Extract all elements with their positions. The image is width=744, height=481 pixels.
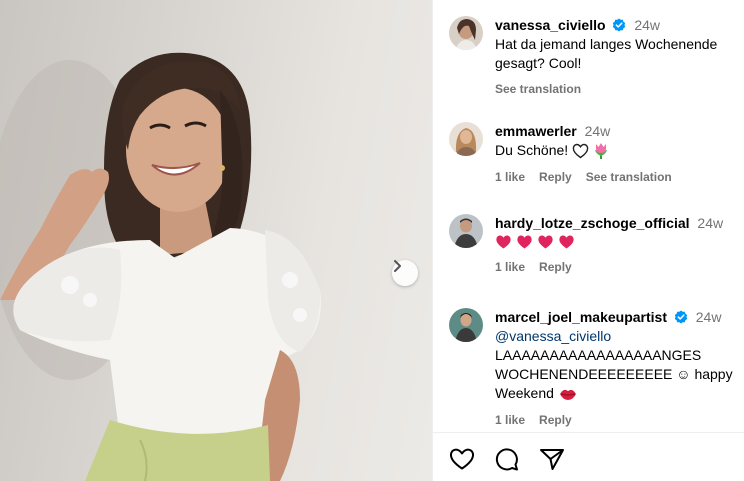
- avatar[interactable]: [449, 16, 483, 50]
- see-translation-link[interactable]: See translation: [586, 170, 672, 184]
- comment-timestamp: 24w: [584, 123, 611, 139]
- reply-button[interactable]: Reply: [539, 413, 572, 427]
- heart-outline-icon[interactable]: [449, 447, 475, 471]
- verified-badge-icon: [674, 310, 688, 324]
- comment-timestamp: 24w: [697, 215, 724, 231]
- post-photo: [0, 0, 432, 481]
- white-heart-icon: [572, 143, 589, 158]
- woman-portrait-illustration: [0, 52, 321, 481]
- see-translation-link[interactable]: See translation: [495, 82, 744, 96]
- next-photo-button[interactable]: [392, 260, 418, 286]
- red-heart-icon: [496, 235, 511, 249]
- red-heart-icon: [517, 235, 532, 249]
- comments-panel: vanessa_civiello 24w Hat da jemand lange…: [432, 0, 744, 481]
- caption-timestamp: 24w: [634, 17, 660, 33]
- comment-username[interactable]: emmawerler: [495, 123, 577, 139]
- paper-plane-icon[interactable]: [539, 447, 565, 471]
- mention-link[interactable]: @vanessa_civiello: [495, 327, 744, 346]
- comment-text: Weekend: [495, 385, 554, 401]
- tulip-icon: [595, 142, 608, 159]
- like-count[interactable]: 1 like: [495, 170, 525, 184]
- avatar[interactable]: [449, 214, 483, 248]
- avatar[interactable]: [449, 122, 483, 156]
- comment-text: Du Schöne!: [495, 142, 569, 158]
- lips-icon: [559, 389, 576, 400]
- chevron-right-icon: [394, 260, 401, 272]
- comment-text: WOCHENENDEEEEEEEEE ☺ happy: [495, 366, 733, 382]
- comment-bubble-icon[interactable]: [494, 447, 520, 471]
- comment-text: LAAAAAAAAAAAAAAAAANGES: [495, 347, 702, 363]
- post-action-bar: [433, 432, 744, 481]
- comment-username[interactable]: marcel_joel_makeupartist: [495, 309, 667, 325]
- like-count[interactable]: 1 like: [495, 260, 525, 274]
- caption-username[interactable]: vanessa_civiello: [495, 17, 606, 33]
- reply-button[interactable]: Reply: [539, 170, 572, 184]
- like-count[interactable]: 1 like: [495, 413, 525, 427]
- comment-username[interactable]: hardy_lotze_zschoge_official: [495, 215, 690, 231]
- avatar[interactable]: [449, 308, 483, 342]
- comment-timestamp: 24w: [695, 309, 722, 325]
- verified-badge-icon: [613, 18, 626, 32]
- caption-text: Hat da jemand langes Wochenende gesagt? …: [495, 36, 718, 71]
- red-heart-icon: [559, 235, 574, 249]
- red-heart-icon: [538, 235, 553, 249]
- reply-button[interactable]: Reply: [539, 260, 572, 274]
